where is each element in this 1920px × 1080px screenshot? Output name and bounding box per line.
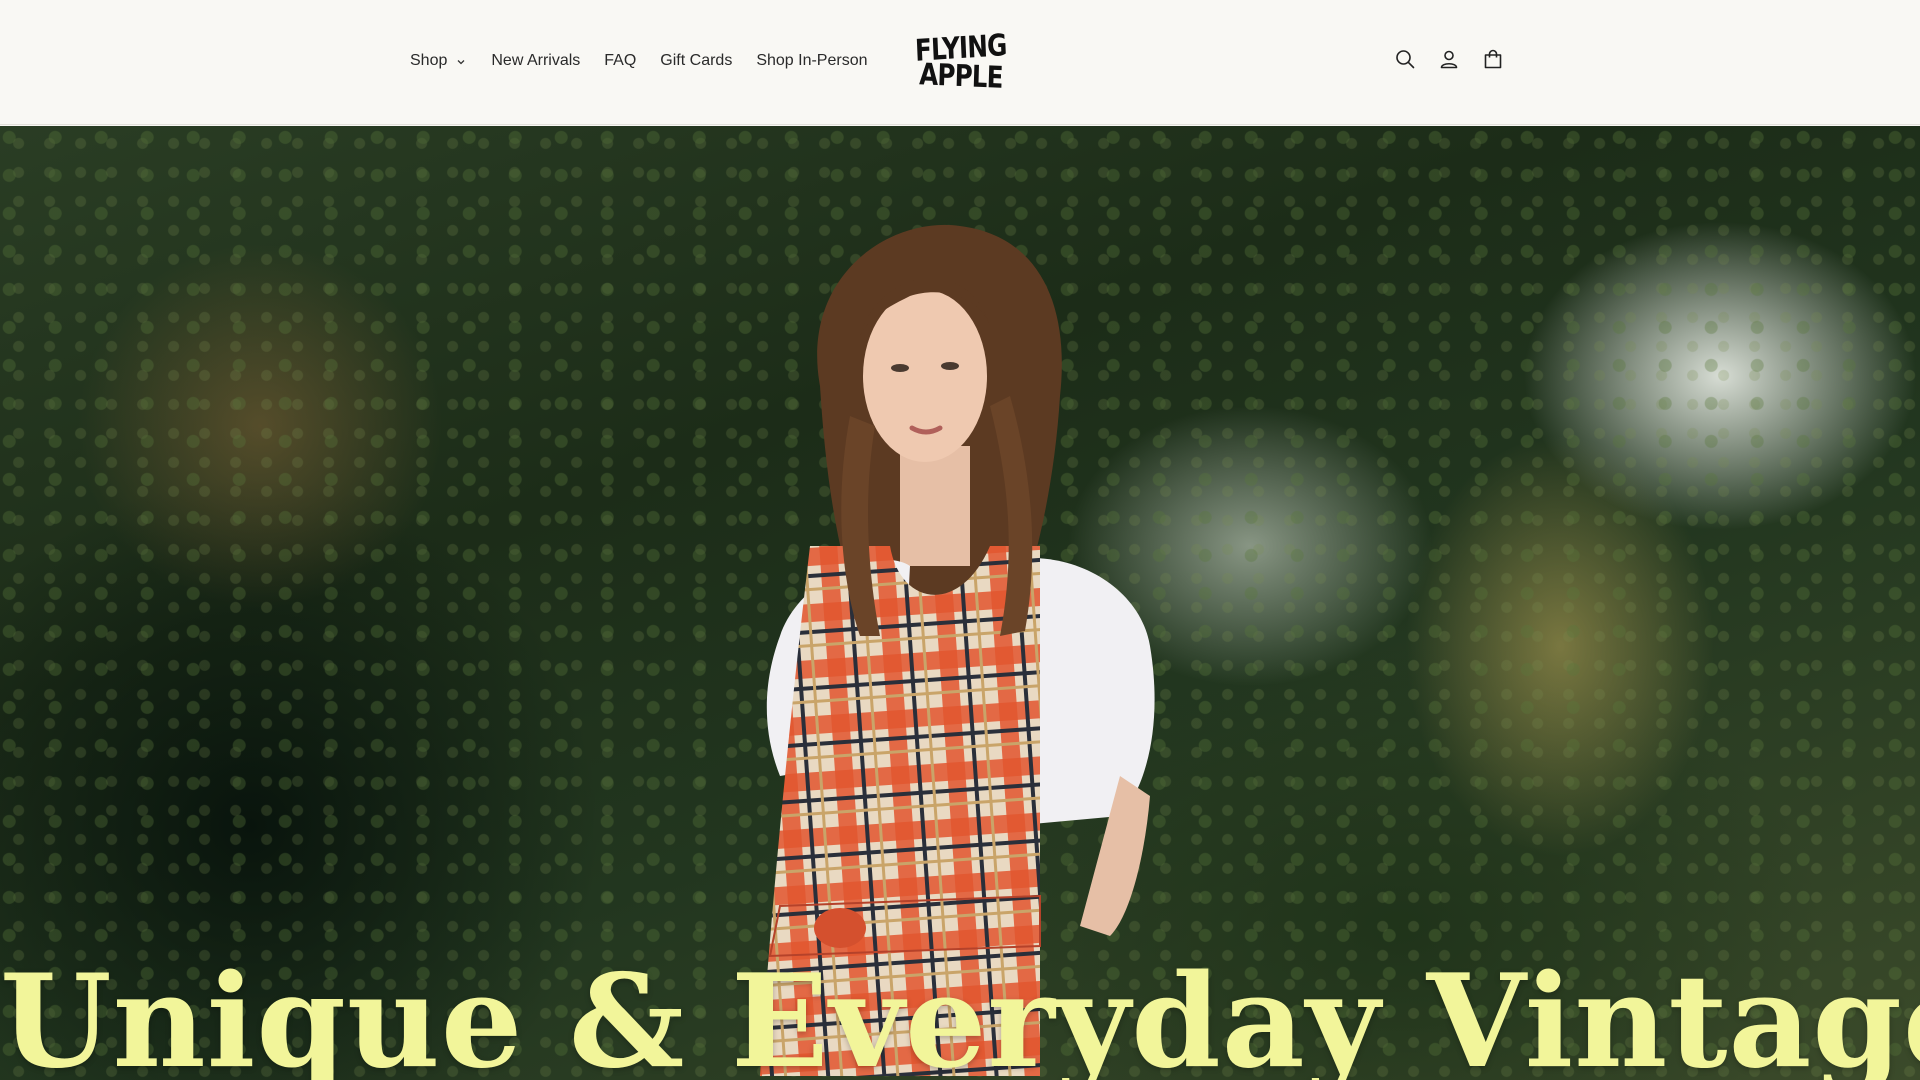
- nav-item-shop-in-person[interactable]: Shop In-Person: [744, 50, 879, 72]
- main-nav: Shop New Arrivals FAQ Gift Cards Shop In…: [398, 50, 880, 72]
- cart-button[interactable]: [1480, 46, 1506, 72]
- logo-line-2: APPLE: [918, 57, 1004, 96]
- cart-icon: [1484, 49, 1502, 69]
- hero-headline: Unique & Everyday Vintage: [0, 947, 1920, 1080]
- chevron-down-icon: [457, 60, 465, 65]
- search-icon: [1396, 50, 1415, 69]
- nav-item-new-arrivals[interactable]: New Arrivals: [479, 50, 592, 72]
- site-logo[interactable]: FLYING APPLE: [915, 28, 1008, 98]
- search-button[interactable]: [1392, 46, 1418, 72]
- nav-item-faq[interactable]: FAQ: [592, 50, 648, 72]
- header-icons: [1392, 46, 1506, 72]
- account-icon: [1440, 50, 1458, 69]
- nav-item-shop-label: Shop: [410, 52, 448, 69]
- nav-item-gift-cards[interactable]: Gift Cards: [648, 50, 744, 72]
- site-header: Shop New Arrivals FAQ Gift Cards Shop In…: [0, 0, 1920, 125]
- hero-banner: Unique & Everyday Vintage: [0, 126, 1920, 1080]
- nav-item-shop[interactable]: Shop: [398, 50, 479, 72]
- account-button[interactable]: [1436, 46, 1462, 72]
